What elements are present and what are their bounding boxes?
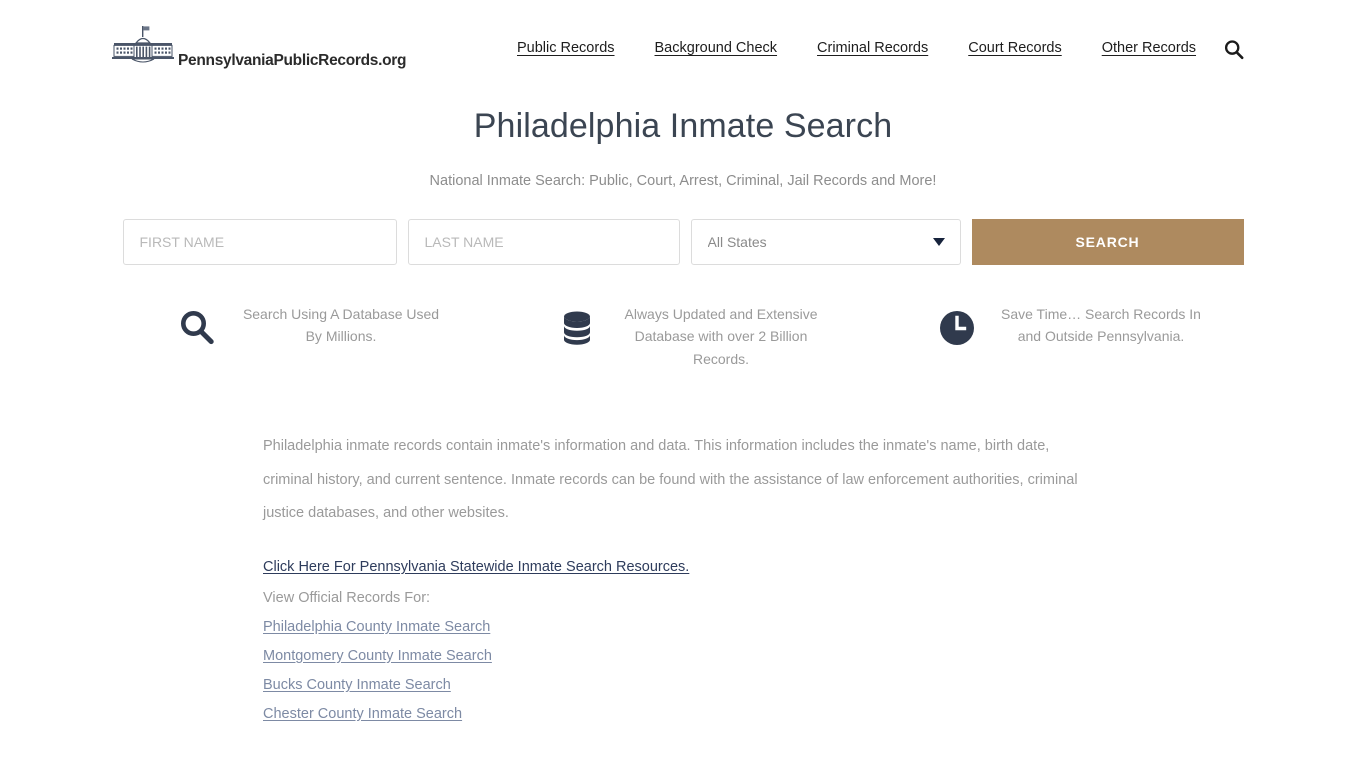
county-links-list: Philadelphia County Inmate Search Montgo…: [263, 618, 1093, 723]
nav-item-public-records[interactable]: Public Records: [500, 39, 635, 57]
search-icon: [1222, 40, 1246, 65]
list-item: Bucks County Inmate Search: [263, 676, 1093, 694]
nav-item-court-records[interactable]: Court Records: [948, 39, 1081, 57]
intro-paragraph: Philadelphia inmate records contain inma…: [263, 438, 1078, 522]
header-search-toggle-button[interactable]: [1221, 38, 1247, 64]
feature-item-database: Always Updated and Extensive Database wi…: [493, 303, 873, 371]
nav-item-other-records[interactable]: Other Records: [1082, 39, 1216, 57]
county-link-philadelphia[interactable]: Philadelphia County Inmate Search: [263, 619, 490, 635]
state-select[interactable]: All States: [690, 218, 961, 265]
list-item: Montgomery County Inmate Search: [263, 647, 1093, 665]
feature-text-search: Search Using A Database Used By Millions…: [242, 305, 440, 345]
state-select-wrapper: All States: [690, 218, 961, 265]
main-navigation: Public Records Background Check Criminal…: [500, 39, 1216, 57]
page-subtitle: National Inmate Search: Public, Court, A…: [429, 172, 937, 189]
hero-section: Philadelphia Inmate Search National Inma…: [0, 106, 1366, 370]
features-row: Search Using A Database Used By Millions…: [0, 303, 1366, 371]
feature-text-database: Always Updated and Extensive Database wi…: [624, 305, 818, 367]
county-link-bucks[interactable]: Bucks County Inmate Search: [263, 677, 451, 693]
nav-link-criminal-records[interactable]: Criminal Records: [817, 40, 928, 56]
nav-link-public-records[interactable]: Public Records: [517, 40, 615, 56]
view-official-records-label: View Official Records For:: [263, 589, 431, 606]
feature-item-search: Search Using A Database Used By Millions…: [113, 303, 493, 371]
feature-text-clock: Save Time… Search Records In and Outside…: [1001, 305, 1201, 345]
nav-link-court-records[interactable]: Court Records: [968, 40, 1061, 56]
nav-link-background-check[interactable]: Background Check: [655, 40, 778, 56]
brand-logo-link[interactable]: PennsylvaniaPublicRecords.org: [110, 24, 406, 71]
nav-item-background-check[interactable]: Background Check: [635, 39, 798, 57]
feature-item-clock: Save Time… Search Records In and Outside…: [873, 303, 1253, 371]
clock-icon: [919, 303, 995, 349]
county-link-chester[interactable]: Chester County Inmate Search: [263, 706, 462, 722]
main-content: Philadelphia inmate records contain inma…: [263, 430, 1093, 723]
last-name-input[interactable]: [407, 218, 680, 265]
list-item: Chester County Inmate Search: [263, 705, 1093, 723]
nav-link-other-records[interactable]: Other Records: [1102, 40, 1196, 56]
brand-name: PennsylvaniaPublicRecords.org: [178, 51, 407, 69]
inmate-search-form: All States SEARCH: [0, 218, 1366, 265]
site-header: PennsylvaniaPublicRecords.org Public Rec…: [0, 0, 1366, 92]
magnifier-icon: [159, 303, 235, 349]
database-icon: [539, 303, 615, 349]
page-title: Philadelphia Inmate Search: [473, 107, 893, 145]
capitol-building-icon: [110, 24, 176, 71]
search-submit-button[interactable]: SEARCH: [971, 218, 1244, 265]
first-name-input[interactable]: [122, 218, 397, 265]
county-link-montgomery[interactable]: Montgomery County Inmate Search: [263, 648, 492, 664]
list-item: Philadelphia County Inmate Search: [263, 618, 1093, 636]
statewide-resources-link[interactable]: Click Here For Pennsylvania Statewide In…: [263, 559, 689, 575]
nav-item-criminal-records[interactable]: Criminal Records: [797, 39, 948, 57]
